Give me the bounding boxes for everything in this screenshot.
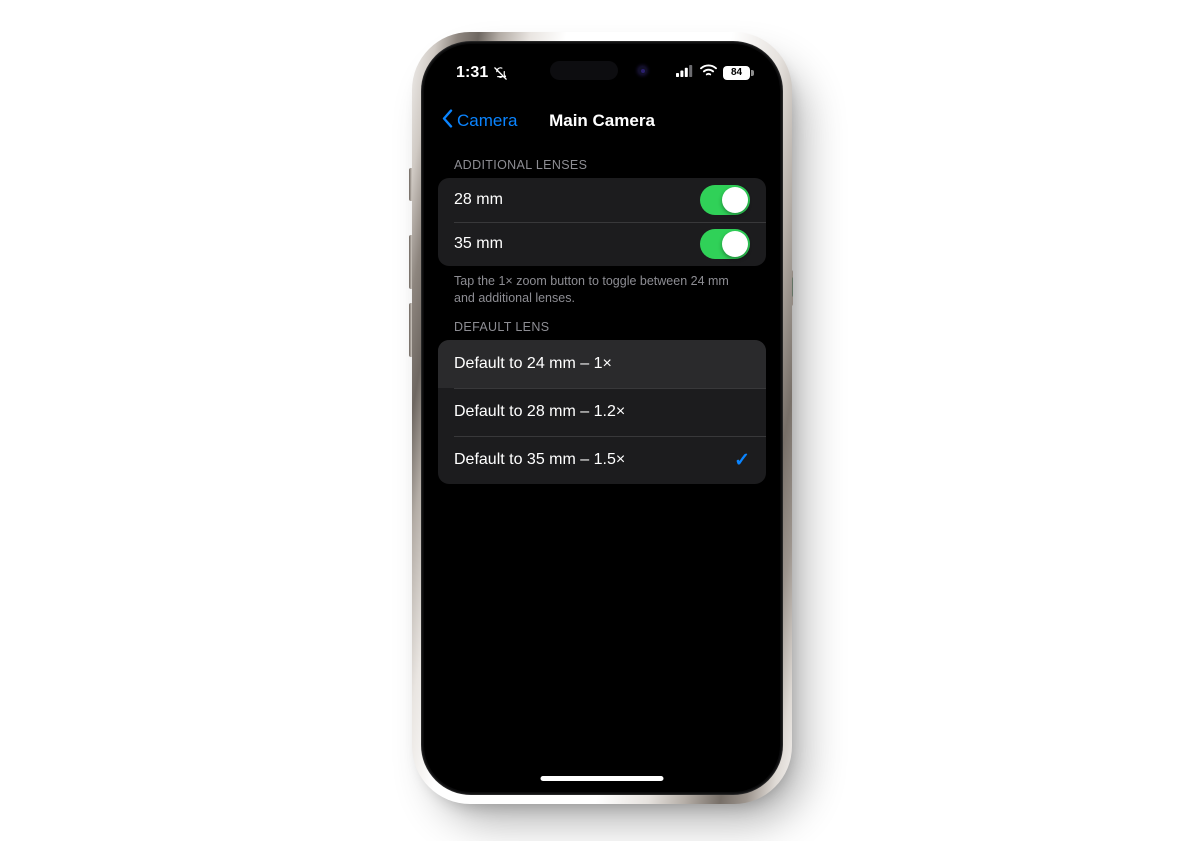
row-label: 35 mm xyxy=(454,235,503,252)
battery-percentage: 84 xyxy=(730,67,743,78)
toggle-knob xyxy=(722,231,748,257)
status-bar: 1:31 84 xyxy=(424,44,780,98)
default-lens-card: Default to 24 mm – 1× Default to 28 mm –… xyxy=(438,340,766,485)
chevron-left-icon xyxy=(442,109,453,133)
row-lens-35mm[interactable]: 35 mm xyxy=(438,222,766,266)
toggle-35mm[interactable] xyxy=(700,229,750,259)
front-camera-icon xyxy=(638,66,647,75)
home-indicator[interactable] xyxy=(540,776,664,781)
dynamic-island-pill xyxy=(550,61,618,80)
toggle-knob xyxy=(722,187,748,213)
wifi-icon xyxy=(700,64,717,82)
cellular-signal-icon xyxy=(676,64,694,82)
status-bar-left: 1:31 xyxy=(456,60,546,82)
row-lens-28mm[interactable]: 28 mm xyxy=(438,178,766,222)
status-bar-clock: 1:31 xyxy=(456,64,489,81)
row-label: Default to 24 mm – 1× xyxy=(454,355,612,373)
device-bezel: 1:31 84 Camera Main Camera ADDITIONAL LE… xyxy=(421,41,783,795)
row-label: Default to 28 mm – 1.2× xyxy=(454,403,626,421)
additional-lenses-card: 28 mm 35 mm xyxy=(438,178,766,266)
row-default-28mm[interactable]: Default to 28 mm – 1.2× xyxy=(438,388,766,436)
phone-screen: 1:31 84 Camera Main Camera ADDITIONAL LE… xyxy=(424,44,780,792)
row-default-24mm[interactable]: Default to 24 mm – 1× xyxy=(438,340,766,389)
checkmark-icon: ✓ xyxy=(734,449,750,471)
additional-lenses-footer-note: Tap the 1× zoom button to toggle between… xyxy=(454,274,729,305)
back-button[interactable]: Camera xyxy=(442,109,517,133)
toggle-28mm[interactable] xyxy=(700,185,750,215)
row-default-35mm[interactable]: Default to 35 mm – 1.5× ✓ xyxy=(438,436,766,484)
battery-indicator: 84 xyxy=(723,66,754,80)
dynamic-island[interactable] xyxy=(542,55,662,86)
row-label: 28 mm xyxy=(454,191,503,208)
settings-list: ADDITIONAL LENSES 28 mm 35 mm Tap the 1×… xyxy=(424,144,780,485)
section-header-default-lens: DEFAULT LENS xyxy=(454,320,550,335)
screenshot-canvas: 1:31 84 Camera Main Camera ADDITIONAL LE… xyxy=(0,0,1200,841)
bell-slash-icon xyxy=(493,62,508,81)
back-button-label: Camera xyxy=(457,111,518,130)
status-bar-right: 84 xyxy=(676,60,754,82)
iphone-device-frame: 1:31 84 Camera Main Camera ADDITIONAL LE… xyxy=(412,32,792,804)
section-header-additional-lenses: ADDITIONAL LENSES xyxy=(454,158,588,172)
navigation-bar: Camera Main Camera xyxy=(424,98,780,144)
row-label: Default to 35 mm – 1.5× xyxy=(454,451,626,469)
